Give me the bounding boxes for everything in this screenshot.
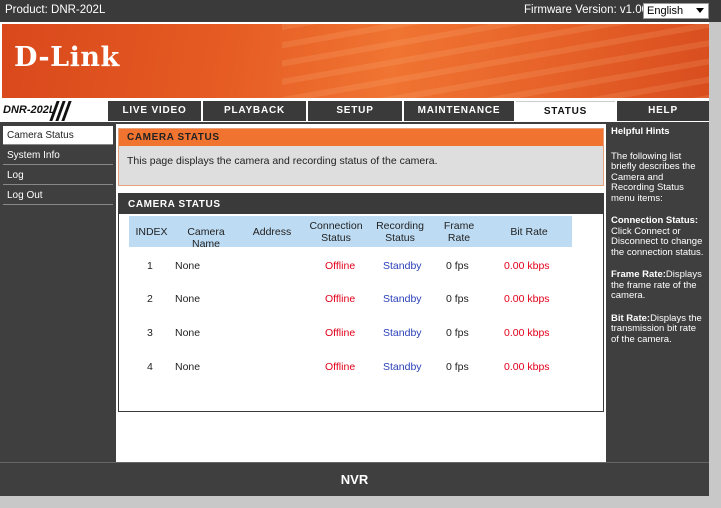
tab-live-video[interactable]: LIVE VIDEO	[108, 101, 201, 121]
footer: NVR	[0, 462, 709, 496]
main-nav: DNR-202L LIVE VIDEO PLAYBACK SETUP MAINT…	[0, 100, 709, 122]
dlink-logo: D-Link	[14, 42, 120, 73]
hint-term: Connection Status:	[611, 215, 699, 226]
window-edge-bottom	[0, 496, 721, 508]
model-name: DNR-202L	[3, 104, 56, 116]
firmware-label: Firmware Version: v1.00	[524, 4, 648, 16]
cell-bit-rate: 0.00 kbps	[504, 327, 550, 339]
cell-camera-name: None	[175, 361, 201, 373]
hints-title: Helpful Hints	[611, 126, 670, 137]
table-row: 1 None Offline Standby 0 fps 0.00 kbps	[129, 260, 572, 274]
sidebar: Camera Status System Info Log Log Out	[0, 124, 116, 462]
helpful-hints-panel: Helpful Hints The following list briefly…	[606, 124, 709, 462]
cell-frame-rate: 0 fps	[446, 361, 469, 373]
cell-recording-status: Standby	[383, 327, 422, 339]
sidebar-item-camera-status[interactable]: Camera Status	[3, 126, 113, 145]
table-row: 4 None Offline Standby 0 fps 0.00 kbps	[129, 361, 572, 375]
window-edge-right	[709, 22, 721, 508]
cell-frame-rate: 0 fps	[446, 327, 469, 339]
hint-term: Bit Rate:	[611, 312, 651, 324]
intro-title: CAMERA STATUS	[119, 129, 603, 146]
product-label: Product: DNR-202L	[5, 4, 106, 16]
banner-graphic: D-Link	[2, 24, 709, 98]
cell-bit-rate: 0.00 kbps	[504, 293, 550, 305]
cell-connection-status[interactable]: Offline	[325, 293, 355, 305]
table-row: 3 None Offline Standby 0 fps 0.00 kbps	[129, 327, 572, 341]
cell-index: 2	[147, 293, 153, 305]
cell-connection-status[interactable]: Offline	[325, 361, 355, 373]
camera-status-box: CAMERA STATUS INDEX Camera Name Address …	[118, 193, 604, 412]
cell-index: 3	[147, 327, 153, 339]
cell-connection-status[interactable]: Offline	[325, 260, 355, 272]
cell-connection-status[interactable]: Offline	[325, 327, 355, 339]
hints-intro: The following list briefly describes the…	[611, 150, 696, 204]
hint-desc: Click Connect or Disconnect to change th…	[611, 225, 704, 258]
main-content: CAMERA STATUS This page displays the cam…	[116, 124, 606, 462]
column-header-index: INDEX	[135, 226, 168, 238]
model-label: DNR-202L	[0, 100, 108, 122]
hint-item: Connection Status: Click Connect or Disc…	[611, 215, 705, 258]
table-title: CAMERA STATUS	[119, 194, 603, 214]
column-header-frame-rate: Frame Rate	[443, 220, 475, 244]
intro-box: CAMERA STATUS This page displays the cam…	[118, 128, 604, 186]
cell-camera-name: None	[175, 327, 201, 339]
cell-recording-status: Standby	[383, 361, 422, 373]
footer-label: NVR	[340, 472, 369, 487]
cell-bit-rate: 0.00 kbps	[504, 361, 550, 373]
language-value: English	[647, 5, 684, 17]
hint-item: Bit Rate:Displays the transmission bit r…	[611, 312, 705, 346]
banner-stripes	[282, 24, 709, 98]
cell-recording-status: Standby	[383, 260, 422, 272]
tab-status[interactable]: STATUS	[516, 101, 615, 121]
chevron-down-icon	[696, 8, 704, 13]
tab-maintenance[interactable]: MAINTENANCE	[404, 101, 514, 121]
column-header-bit-rate: Bit Rate	[510, 226, 548, 238]
hint-term: Frame Rate:	[611, 269, 666, 280]
tab-setup[interactable]: SETUP	[308, 101, 402, 121]
column-header-connection-status: Connection Status	[309, 220, 363, 244]
cell-frame-rate: 0 fps	[446, 293, 469, 305]
table-header: INDEX Camera Name Address Connection Sta…	[129, 216, 572, 250]
hint-item: Frame Rate:Displays the frame rate of th…	[611, 269, 705, 302]
sidebar-item-system-info[interactable]: System Info	[3, 146, 113, 165]
top-bar: Product: DNR-202L Firmware Version: v1.0…	[0, 0, 721, 22]
language-select[interactable]: English	[643, 3, 709, 19]
table-row: 2 None Offline Standby 0 fps 0.00 kbps	[129, 293, 572, 307]
banner: D-Link	[0, 22, 721, 100]
model-bars-icon	[49, 101, 72, 121]
cell-camera-name: None	[175, 293, 201, 305]
tab-help[interactable]: HELP	[617, 101, 709, 121]
column-header-recording-status: Recording Status	[376, 220, 424, 244]
cell-camera-name: None	[175, 260, 201, 272]
cell-frame-rate: 0 fps	[446, 260, 469, 272]
sidebar-item-log[interactable]: Log	[3, 166, 113, 185]
cell-index: 1	[147, 260, 153, 272]
cell-bit-rate: 0.00 kbps	[504, 260, 550, 272]
cell-index: 4	[147, 361, 153, 373]
sidebar-item-log-out[interactable]: Log Out	[3, 186, 113, 205]
column-header-camera-name: Camera Name	[187, 226, 225, 250]
cell-recording-status: Standby	[383, 293, 422, 305]
intro-text: This page displays the camera and record…	[127, 155, 438, 167]
tab-playback[interactable]: PLAYBACK	[203, 101, 306, 121]
column-header-address: Address	[252, 226, 292, 238]
